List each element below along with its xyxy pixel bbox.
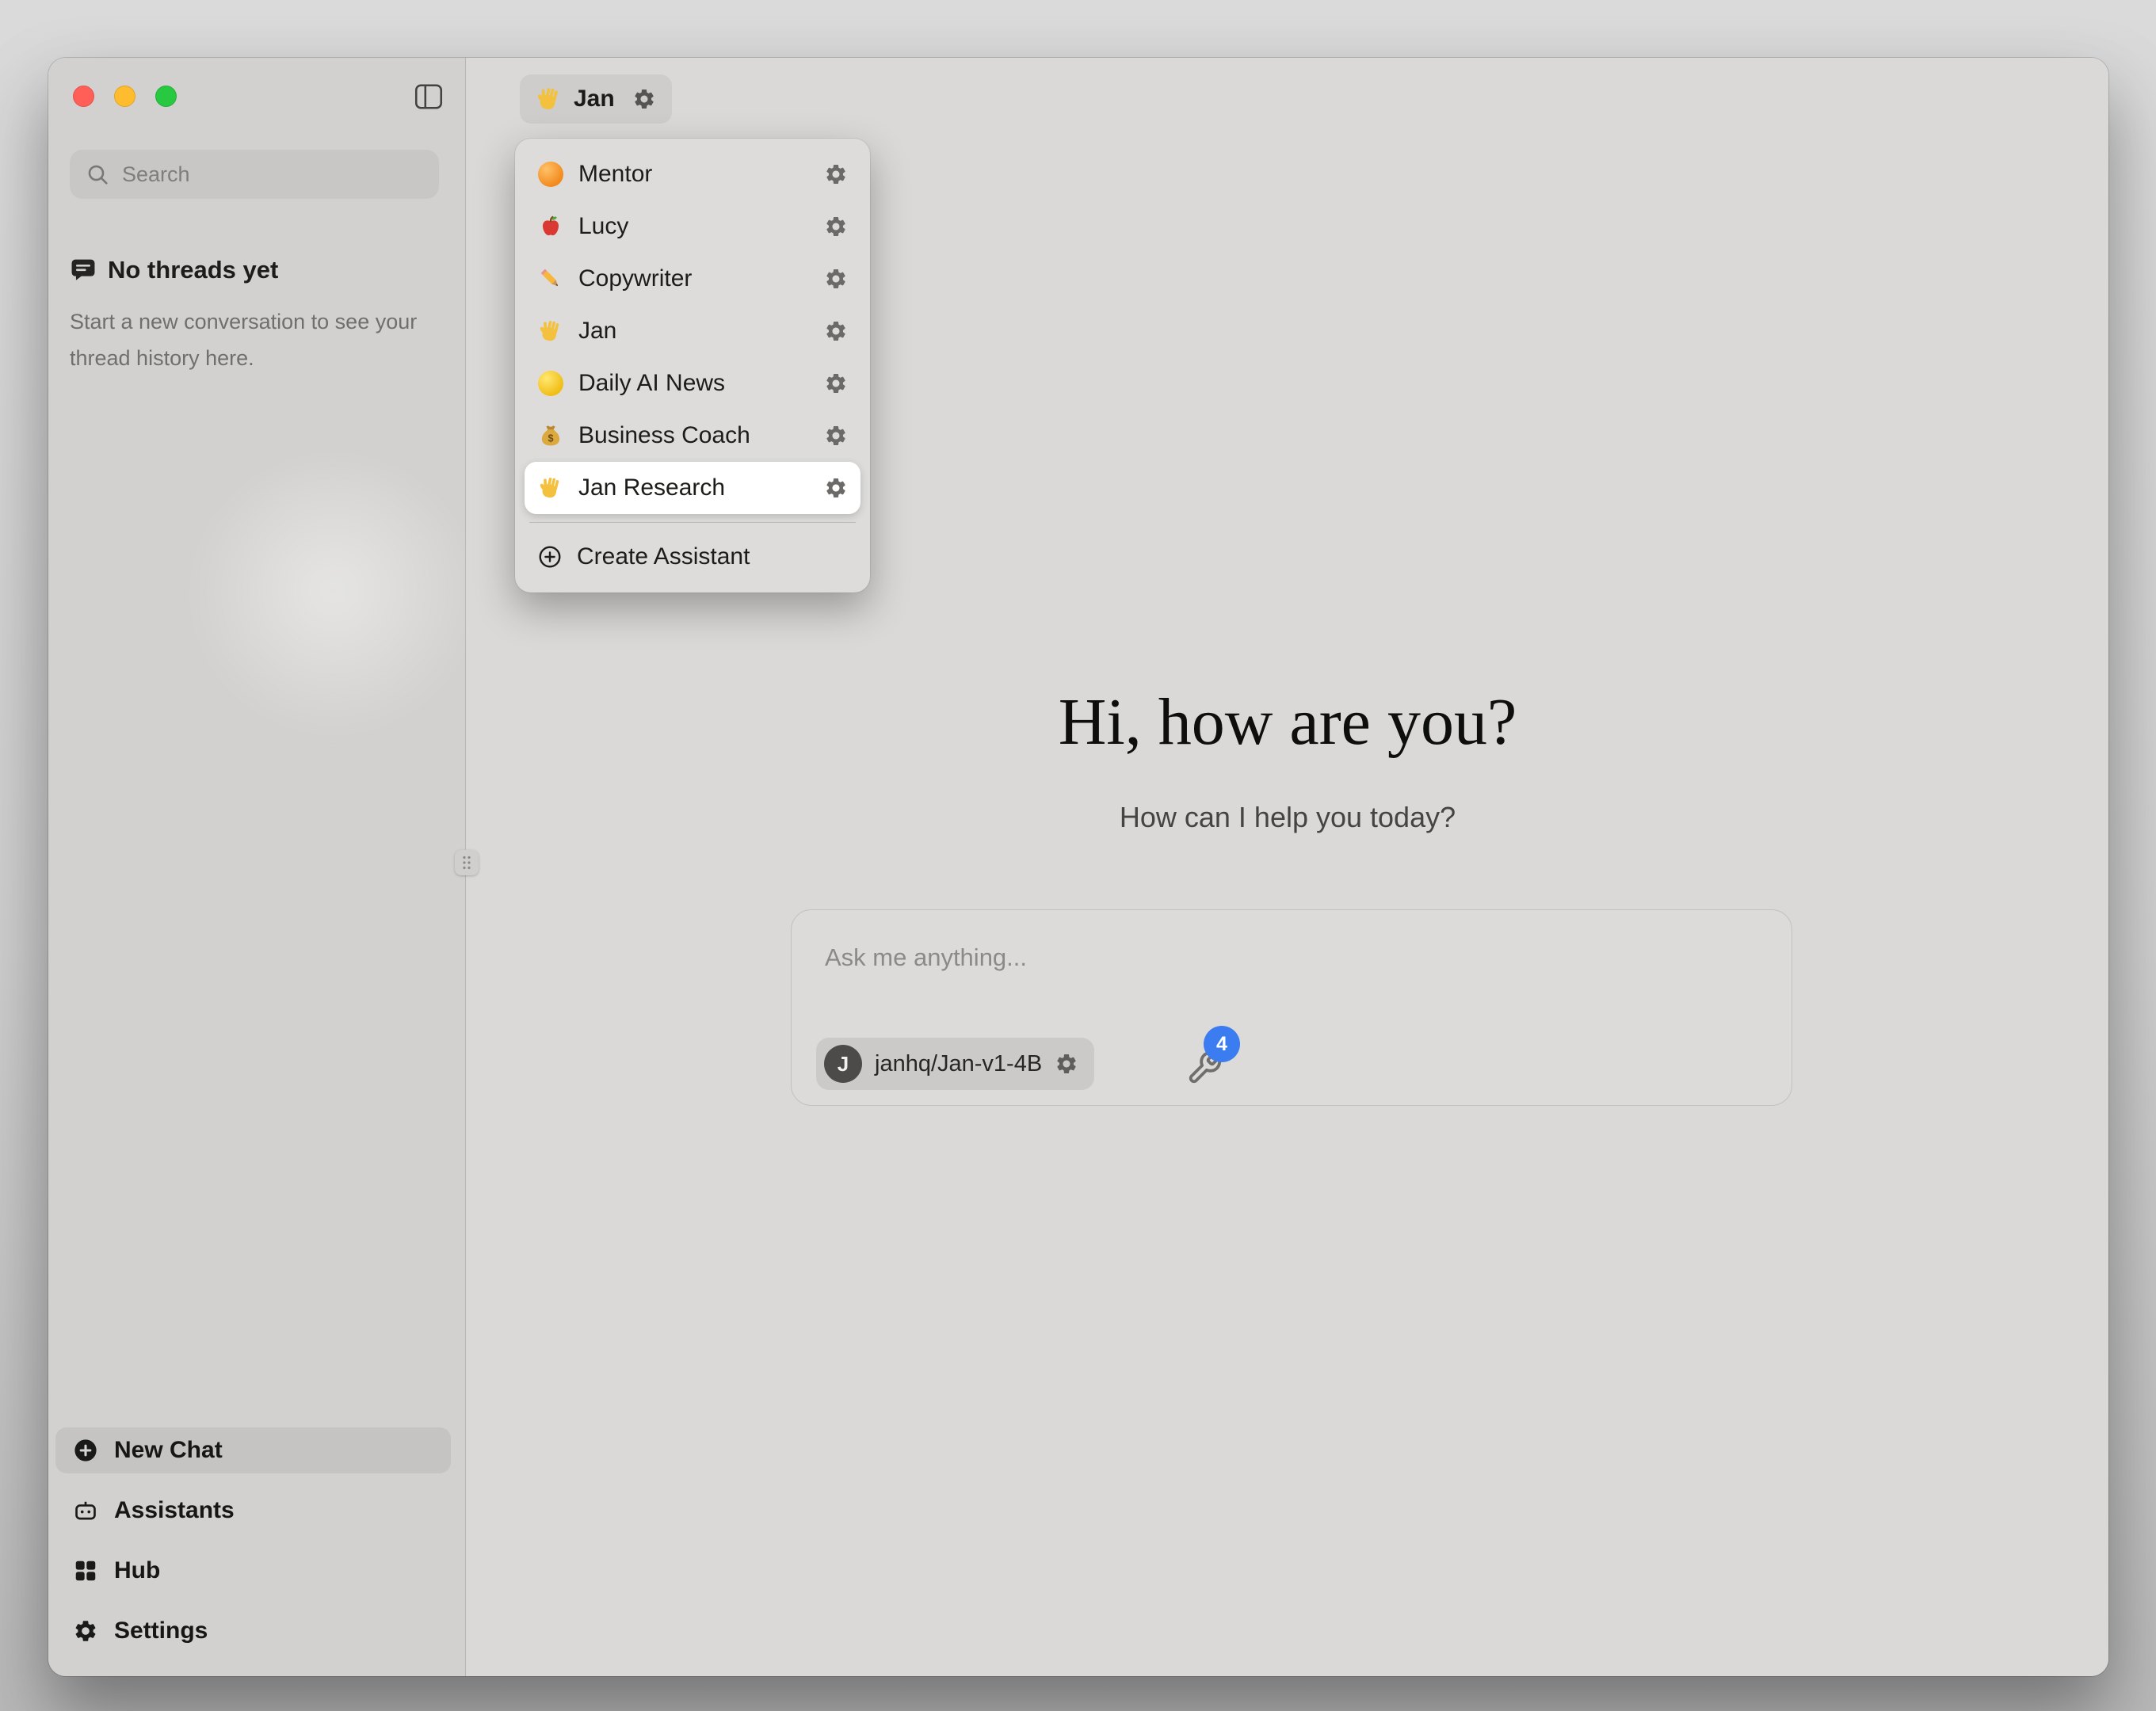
orange-circle-icon	[537, 161, 564, 188]
assistant-menu-item-jan-research[interactable]: Jan Research	[525, 462, 860, 514]
search-icon	[86, 162, 109, 186]
sidebar-item-settings[interactable]: Settings	[55, 1608, 451, 1654]
chat-bubble-icon	[70, 257, 97, 284]
sidebar-item-assistants[interactable]: Assistants	[55, 1488, 451, 1534]
menu-separator	[529, 522, 856, 523]
gear-icon[interactable]	[632, 87, 656, 111]
assistants-icon	[73, 1498, 98, 1523]
empty-title: No threads yet	[108, 256, 278, 284]
sidebar-item-label: Hub	[114, 1557, 160, 1584]
plus-circle-icon	[73, 1438, 98, 1463]
gear-icon	[73, 1618, 98, 1644]
assistant-label: Mentor	[578, 161, 810, 188]
assistant-menu-item-business-coach[interactable]: $ Business Coach	[525, 410, 860, 462]
sidebar-item-label: Assistants	[114, 1497, 235, 1524]
assistant-label: Copywriter	[578, 265, 810, 292]
assistant-dropdown-menu: Mentor Lucy	[515, 139, 870, 593]
waving-hand-icon	[536, 86, 563, 112]
assistant-menu-item-mentor[interactable]: Mentor	[525, 148, 860, 200]
message-input[interactable]	[825, 934, 1736, 981]
sidebar-item-label: New Chat	[114, 1437, 223, 1464]
assistant-menu-item-lucy[interactable]: Lucy	[525, 200, 860, 253]
assistant-label: Jan	[578, 318, 810, 345]
sidebar-resize-handle[interactable]	[455, 850, 479, 875]
gear-icon[interactable]	[824, 319, 848, 343]
money-bag-icon: $	[537, 422, 564, 449]
sidebar: No threads yet Start a new conversation …	[48, 58, 466, 1676]
pencil-icon	[537, 265, 564, 292]
search-field[interactable]	[70, 150, 439, 199]
zoom-button[interactable]	[155, 86, 177, 107]
minimize-button[interactable]	[114, 86, 135, 107]
assistant-label: Business Coach	[578, 422, 810, 449]
assistant-label: Jan Research	[578, 474, 810, 501]
tools-count-badge: 4	[1204, 1026, 1240, 1062]
greeting-subtitle: How can I help you today?	[467, 801, 2108, 834]
sidebar-glow	[191, 462, 476, 747]
gear-icon[interactable]	[824, 215, 848, 238]
create-assistant-button[interactable]: Create Assistant	[525, 531, 860, 583]
chat-composer[interactable]: J janhq/Jan-v1-4B 4	[791, 909, 1792, 1106]
greeting-title: Hi, how are you?	[467, 684, 2108, 760]
sidebar-item-new-chat[interactable]: New Chat	[55, 1427, 451, 1473]
assistant-menu-item-copywriter[interactable]: Copywriter	[525, 253, 860, 305]
current-assistant-name: Jan	[574, 86, 615, 112]
gear-icon[interactable]	[824, 162, 848, 186]
model-avatar: J	[824, 1045, 862, 1083]
empty-state: No threads yet Start a new conversation …	[70, 256, 434, 376]
window-controls	[73, 86, 177, 107]
sidebar-item-hub[interactable]: Hub	[55, 1548, 451, 1594]
waving-hand-icon	[537, 474, 564, 501]
model-selector[interactable]: J janhq/Jan-v1-4B	[816, 1038, 1094, 1090]
sidebar-item-label: Settings	[114, 1618, 208, 1644]
gear-icon[interactable]	[824, 424, 848, 448]
model-name: janhq/Jan-v1-4B	[875, 1051, 1042, 1077]
circle-plus-icon	[537, 544, 563, 570]
assistant-selector[interactable]: Jan	[520, 74, 672, 124]
sidebar-nav: New Chat Assistants Hub	[55, 1427, 451, 1654]
apple-icon	[537, 213, 564, 240]
assistant-menu-item-jan[interactable]: Jan	[525, 305, 860, 357]
empty-body: Start a new conversation to see your thr…	[70, 303, 418, 376]
waving-hand-icon	[537, 318, 564, 345]
hub-icon	[73, 1558, 98, 1583]
assistant-label: Daily AI News	[578, 370, 810, 397]
gear-icon[interactable]	[824, 372, 848, 395]
gear-icon[interactable]	[824, 476, 848, 500]
app-window: No threads yet Start a new conversation …	[48, 58, 2108, 1676]
gear-icon[interactable]	[824, 267, 848, 291]
sidebar-toggle-icon[interactable]	[414, 82, 444, 112]
assistant-label: Lucy	[578, 213, 810, 240]
search-input[interactable]	[122, 162, 423, 187]
yellow-circle-icon	[537, 370, 564, 397]
svg-text:$: $	[548, 433, 553, 444]
close-button[interactable]	[73, 86, 94, 107]
create-assistant-label: Create Assistant	[577, 543, 750, 570]
grip-dots-icon	[461, 855, 472, 871]
assistant-menu-item-daily-ai-news[interactable]: Daily AI News	[525, 357, 860, 410]
gear-icon[interactable]	[1055, 1052, 1078, 1076]
tools-button[interactable]: 4	[1186, 1038, 1242, 1094]
